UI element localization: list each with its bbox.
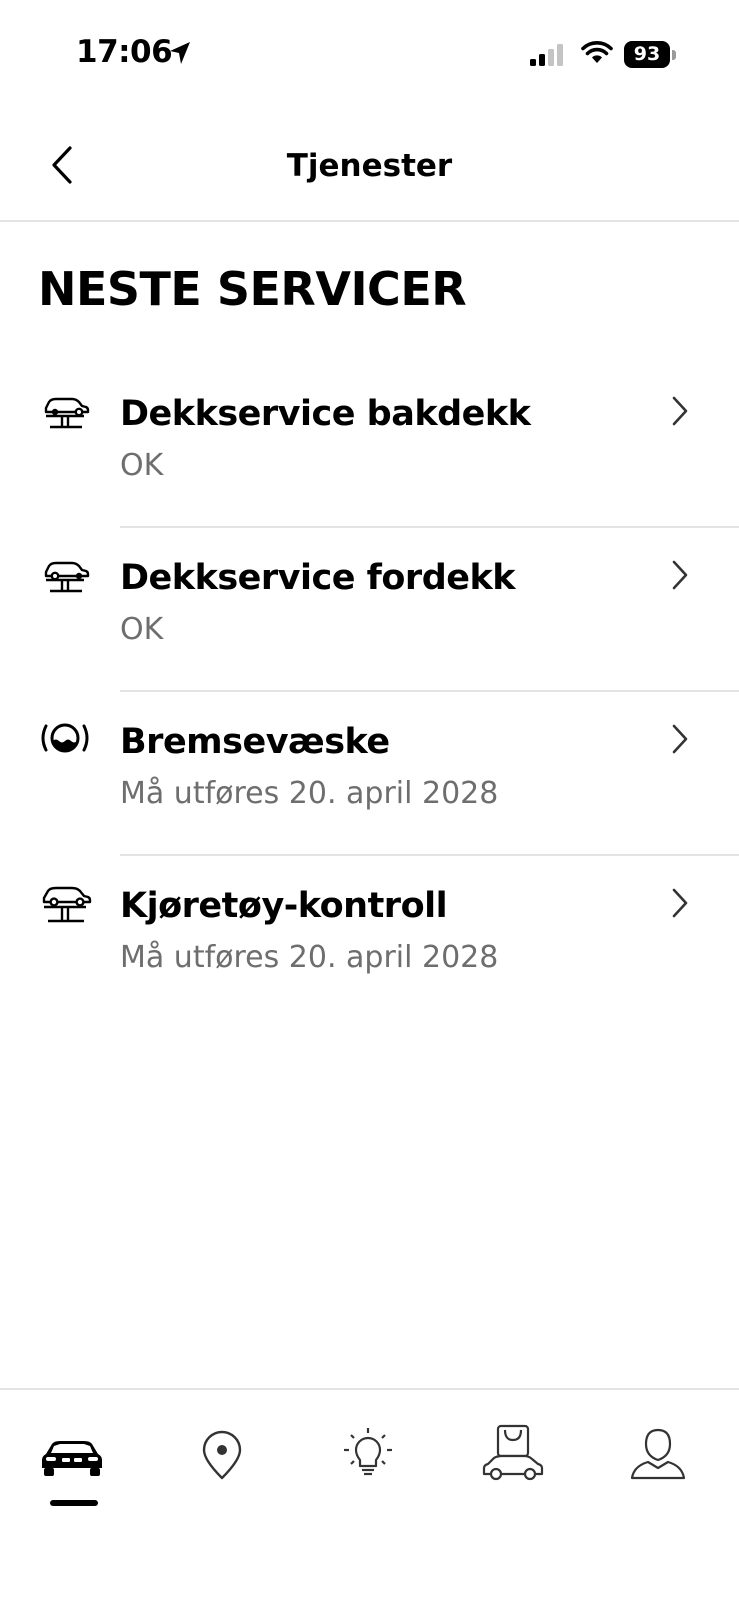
profile-icon — [630, 1428, 686, 1480]
shop-icon — [482, 1424, 544, 1481]
page-title: Tjenester — [286, 148, 453, 184]
map-pin-icon — [202, 1430, 242, 1480]
brake-fluid-icon — [41, 723, 89, 753]
service-title: Dekkservice fordekk — [120, 558, 516, 598]
tab-shop[interactable] — [474, 1420, 554, 1490]
service-item-kjoretoy-kontroll[interactable]: Kjøretøy-kontroll Må utføres 20. april 2… — [0, 856, 739, 1020]
battery-tip — [672, 50, 676, 60]
tab-bar — [0, 1388, 739, 1602]
service-status: OK — [120, 448, 164, 483]
car-lift-inspection-icon — [42, 886, 92, 923]
chevron-right-icon — [672, 560, 688, 590]
tab-profile[interactable] — [624, 1420, 704, 1490]
service-status: Må utføres 20. april 2028 — [120, 776, 499, 811]
car-lift-rear-tire-icon — [44, 397, 90, 429]
service-title: Bremsevæske — [120, 722, 390, 762]
chevron-right-icon — [672, 396, 688, 426]
active-tab-indicator — [50, 1500, 98, 1506]
chevron-right-icon — [672, 724, 688, 754]
service-status: Må utføres 20. april 2028 — [120, 940, 499, 975]
cellular-signal-icon — [530, 44, 563, 66]
car-lift-front-tire-icon — [44, 561, 90, 593]
service-status: OK — [120, 612, 164, 647]
tab-car[interactable] — [32, 1420, 112, 1506]
service-item-dekkservice-bakdekk[interactable]: Dekkservice bakdekk OK — [0, 364, 739, 528]
service-item-bremsevaeske[interactable]: Bremsevæske Må utføres 20. april 2028 — [0, 692, 739, 856]
service-item-dekkservice-fordekk[interactable]: Dekkservice fordekk OK — [0, 528, 739, 692]
status-time: 17:06 — [76, 34, 173, 70]
service-title: Dekkservice bakdekk — [120, 394, 531, 434]
tab-tips[interactable] — [328, 1420, 408, 1490]
wifi-icon — [581, 41, 613, 63]
nav-header: Tjenester — [0, 108, 739, 222]
location-arrow-icon — [170, 42, 190, 64]
car-icon — [42, 1441, 102, 1476]
battery-icon: 93 — [624, 41, 676, 69]
service-list: Dekkservice bakdekk OK Dekkservice forde… — [0, 364, 739, 1020]
chevron-right-icon — [672, 888, 688, 918]
battery-level: 93 — [624, 41, 670, 68]
tab-map[interactable] — [182, 1420, 262, 1490]
section-title: NESTE SERVICER — [38, 262, 467, 316]
lightbulb-icon — [344, 1428, 392, 1476]
status-bar: 17:06 93 — [0, 0, 739, 108]
service-title: Kjøretøy-kontroll — [120, 886, 448, 926]
